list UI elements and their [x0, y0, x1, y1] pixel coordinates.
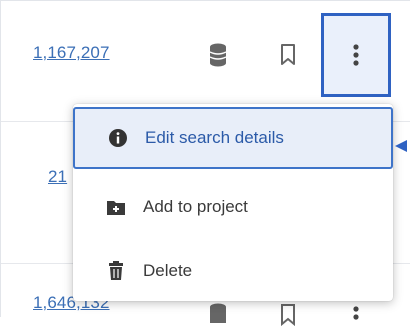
bookmark-icon[interactable] [280, 44, 296, 71]
database-icon[interactable] [209, 43, 227, 72]
result-count-link[interactable]: 1,167,207 [33, 43, 110, 63]
results-table: 1,167,207 21 1,646,132 Edit search detai… [0, 0, 410, 327]
more-vertical-icon[interactable] [353, 306, 359, 333]
more-options-button[interactable] [321, 13, 391, 97]
database-icon[interactable] [209, 303, 227, 332]
callout-arrow-icon [395, 139, 410, 158]
menu-item-label: Add to project [143, 197, 248, 216]
menu-item-add-to-project[interactable]: Add to project [73, 176, 393, 238]
menu-item-delete[interactable]: Delete [73, 240, 393, 302]
options-menu: Edit search details Add to project Delet… [73, 104, 393, 301]
menu-item-label: Edit search details [145, 128, 284, 147]
folder-plus-icon [105, 196, 127, 218]
bookmark-icon[interactable] [280, 304, 296, 331]
menu-item-label: Delete [143, 261, 193, 280]
info-circle-icon [107, 127, 129, 149]
result-count-link[interactable]: 21 [48, 167, 67, 187]
more-vertical-icon [353, 44, 359, 66]
menu-item-edit-search-details[interactable]: Edit search details [73, 107, 393, 169]
trash-icon [105, 260, 127, 282]
